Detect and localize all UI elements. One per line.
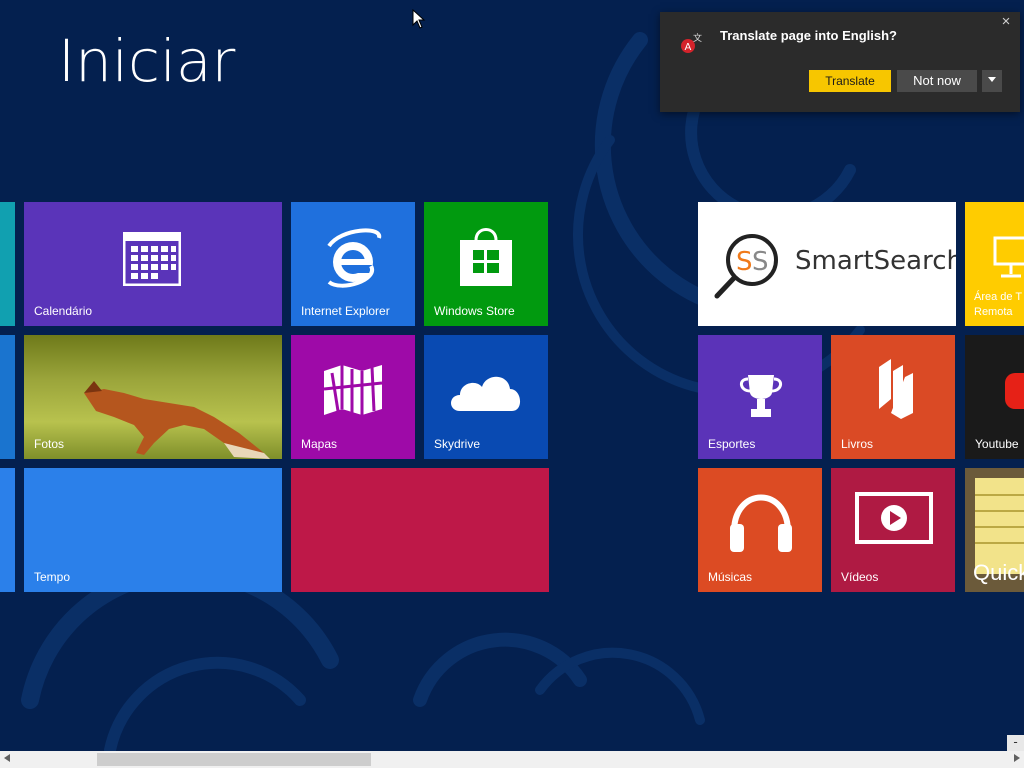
tile-quick[interactable]: Quick — [965, 468, 1024, 592]
tile-internet-explorer[interactable]: Internet Explorer — [291, 202, 415, 326]
tile-partial-left-2[interactable] — [0, 335, 15, 459]
tile-partial-left-3[interactable] — [0, 468, 15, 592]
tile-skydrive[interactable]: Skydrive — [424, 335, 548, 459]
store-bag-icon — [460, 228, 512, 286]
youtube-play-icon — [1005, 373, 1024, 409]
tile-label: Tempo — [34, 570, 71, 584]
tile-label: Fotos — [34, 437, 65, 451]
tile-area-remota[interactable]: Área de T Remota — [965, 202, 1024, 326]
cloud-icon — [451, 376, 521, 411]
translate-popup: A 文 Translate page into English? × Trans… — [660, 12, 1020, 112]
tile-label: Youtube — [975, 437, 1019, 451]
tile-partial-left-1[interactable] — [0, 202, 15, 326]
tile-label: Mapas — [301, 437, 338, 451]
translate-button[interactable]: Translate — [809, 70, 891, 92]
tile-label: Calendário — [34, 304, 93, 318]
svg-text:文: 文 — [693, 32, 702, 44]
tile-label-line1: Área de T — [974, 291, 1023, 303]
svg-text:A: A — [685, 42, 692, 53]
scroll-right-arrow-icon[interactable] — [1010, 751, 1024, 768]
tile-mapas[interactable]: Mapas — [291, 335, 415, 459]
tile-esportes[interactable]: Esportes — [698, 335, 822, 459]
video-player-icon — [855, 492, 933, 544]
zoom-out-button[interactable]: - — [1007, 735, 1024, 751]
headphones-icon — [730, 494, 792, 552]
tile-label: Skydrive — [434, 437, 481, 451]
internet-explorer-icon — [327, 228, 382, 288]
tile-tempo[interactable]: Tempo — [24, 468, 282, 592]
smartsearch-logo-icon: S S — [714, 234, 778, 299]
remote-desktop-icon — [993, 236, 1024, 278]
tile-label: Vídeos — [841, 570, 879, 584]
tile-label-line2: Remota — [974, 306, 1013, 318]
scroll-left-arrow-icon[interactable] — [0, 751, 14, 768]
tile-windows-store[interactable]: Windows Store — [424, 202, 548, 326]
page-title: Iniciar — [58, 27, 236, 95]
tile-label: Windows Store — [434, 304, 515, 318]
tile-fotos[interactable]: Fotos — [24, 335, 282, 459]
tile-label: Livros — [841, 437, 874, 451]
translate-icon: A 文 — [681, 32, 702, 53]
tile-label: Internet Explorer — [301, 304, 390, 318]
fox-photo-image — [84, 381, 270, 459]
not-now-button[interactable]: Not now — [897, 70, 977, 92]
tile-blank-red[interactable] — [291, 468, 549, 592]
chevron-down-icon — [988, 77, 996, 83]
tile-label: Esportes — [708, 437, 756, 451]
mouse-cursor-icon — [412, 9, 426, 29]
tile-youtube[interactable]: Youtube — [965, 335, 1024, 459]
tile-label: Músicas — [708, 570, 753, 584]
calendar-icon — [123, 232, 181, 286]
horizontal-scrollbar[interactable] — [0, 751, 1024, 768]
map-icon — [323, 365, 383, 415]
tile-label: Quick — [973, 560, 1024, 585]
close-icon[interactable]: × — [998, 14, 1014, 30]
tile-videos[interactable]: Vídeos — [831, 468, 955, 592]
tile-livros[interactable]: Livros — [831, 335, 955, 459]
translate-options-button[interactable] — [982, 70, 1002, 92]
smartsearch-title: SmartSearch — [795, 246, 956, 276]
scrollbar-thumb[interactable] — [97, 753, 371, 766]
translate-popup-title: Translate page into English? — [720, 28, 897, 43]
tile-calendario[interactable]: Calendário — [24, 202, 282, 326]
books-icon — [879, 359, 913, 419]
tile-musicas[interactable]: Músicas — [698, 468, 822, 592]
trophy-icon — [740, 375, 782, 417]
tile-smartsearch[interactable]: S S SmartSearch — [698, 202, 956, 326]
svg-text:S: S — [736, 247, 753, 277]
svg-text:S: S — [752, 247, 769, 277]
